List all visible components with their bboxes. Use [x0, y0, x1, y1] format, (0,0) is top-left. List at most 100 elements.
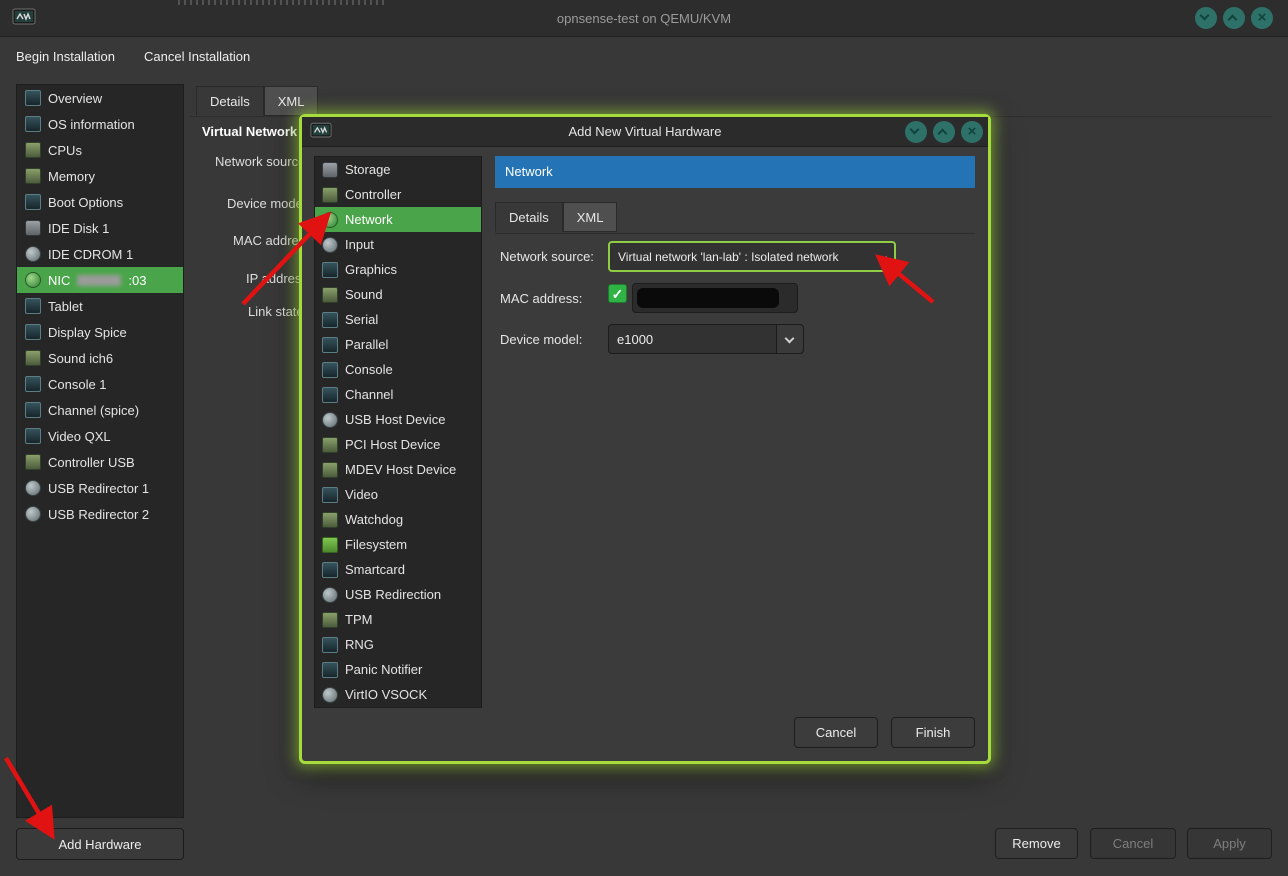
hardware-type-item[interactable]: Graphics — [315, 257, 481, 282]
vsock-icon — [322, 687, 338, 703]
sidebar-hardware-item[interactable]: Controller USB — [17, 449, 183, 475]
hardware-type-item[interactable]: Smartcard — [315, 557, 481, 582]
dialog-tab-details[interactable]: Details — [495, 202, 563, 232]
footer-cancel-button[interactable]: Cancel — [1090, 828, 1176, 859]
window-titlebar: opnsense-test on QEMU/KVM × — [0, 0, 1288, 37]
redacted-text — [77, 275, 121, 286]
sound-icon — [25, 350, 41, 366]
hardware-type-item[interactable]: Controller — [315, 182, 481, 207]
dialog-minimize-button[interactable] — [905, 121, 927, 143]
tpm-icon — [322, 612, 338, 628]
hardware-type-item[interactable]: Storage — [315, 157, 481, 182]
dialog-finish-button[interactable]: Finish — [891, 717, 975, 748]
hardware-type-item[interactable]: Panic Notifier — [315, 657, 481, 682]
nic-icon — [25, 272, 41, 288]
hardware-type-label: Panic Notifier — [345, 662, 422, 677]
add-hardware-button[interactable]: Add Hardware — [16, 828, 184, 860]
hardware-type-item[interactable]: Video — [315, 482, 481, 507]
channel-icon — [25, 402, 41, 418]
mac-address-checkbox[interactable] — [608, 284, 627, 303]
hardware-type-item[interactable]: Console — [315, 357, 481, 382]
sidebar-hardware-item[interactable]: Sound ich6 — [17, 345, 183, 371]
hardware-type-label: Channel — [345, 387, 393, 402]
rng-icon — [322, 637, 338, 653]
apply-button[interactable]: Apply — [1187, 828, 1272, 859]
sidebar-hardware-item[interactable]: Tablet — [17, 293, 183, 319]
sidebar-item-label: IDE Disk 1 — [48, 221, 109, 236]
panel-header: Network — [495, 156, 975, 188]
hardware-type-item[interactable]: RNG — [315, 632, 481, 657]
sidebar-item-label: Channel (spice) — [48, 403, 139, 418]
sidebar-item-label: Overview — [48, 91, 102, 106]
sidebar-hardware-item[interactable]: Console 1 — [17, 371, 183, 397]
sidebar-hardware-item[interactable]: Channel (spice) — [17, 397, 183, 423]
hardware-type-item[interactable]: PCI Host Device — [315, 432, 481, 457]
hardware-type-label: Smartcard — [345, 562, 405, 577]
hardware-type-item[interactable]: Serial — [315, 307, 481, 332]
tab-xml[interactable]: XML — [264, 86, 319, 116]
tablet-icon — [25, 298, 41, 314]
hardware-type-item[interactable]: Channel — [315, 382, 481, 407]
hardware-type-item[interactable]: USB Host Device — [315, 407, 481, 432]
sidebar-hardware-item[interactable]: USB Redirector 2 — [17, 501, 183, 527]
sidebar-hardware-item[interactable]: CPUs — [17, 137, 183, 163]
dropdown-toggle-button[interactable] — [776, 325, 803, 353]
hardware-type-item[interactable]: Input — [315, 232, 481, 257]
dialog-network-source-label: Network source: — [500, 249, 594, 264]
memory-icon — [25, 168, 41, 184]
panic-notifier-icon — [322, 662, 338, 678]
remove-button[interactable]: Remove — [995, 828, 1078, 859]
sidebar-hardware-item[interactable]: Boot Options — [17, 189, 183, 215]
begin-installation-button[interactable]: Begin Installation — [10, 44, 121, 70]
hardware-type-item[interactable]: VirtIO VSOCK — [315, 682, 481, 707]
sidebar-hardware-item[interactable]: IDE Disk 1 — [17, 215, 183, 241]
dialog-close-button[interactable]: × — [961, 121, 983, 143]
sidebar-hardware-item[interactable]: Video QXL — [17, 423, 183, 449]
window-title: opnsense-test on QEMU/KVM — [0, 0, 1288, 37]
hardware-type-item[interactable]: Parallel — [315, 332, 481, 357]
sidebar-hardware-item[interactable]: NIC :03 — [17, 267, 183, 293]
sidebar-hardware-item[interactable]: Display Spice — [17, 319, 183, 345]
chevron-down-icon — [1200, 11, 1210, 21]
os-information-icon — [25, 116, 41, 132]
hardware-type-item[interactable]: Sound — [315, 282, 481, 307]
hardware-type-item[interactable]: Watchdog — [315, 507, 481, 532]
hardware-type-item[interactable]: TPM — [315, 607, 481, 632]
sidebar-hardware-item[interactable]: OS information — [17, 111, 183, 137]
dialog-window-controls: × — [905, 121, 983, 143]
sidebar-hardware-item[interactable]: USB Redirector 1 — [17, 475, 183, 501]
window-close-button[interactable]: × — [1251, 7, 1273, 29]
mac-address-input[interactable] — [632, 283, 798, 313]
clipped-background-window-fragment — [178, 0, 388, 5]
device-model-dropdown[interactable]: e1000 — [608, 324, 804, 354]
console-icon — [322, 362, 338, 378]
cancel-installation-button[interactable]: Cancel Installation — [138, 44, 256, 70]
window-maximize-button[interactable] — [1223, 7, 1245, 29]
tab-details[interactable]: Details — [196, 86, 264, 116]
sidebar-hardware-item[interactable]: Memory — [17, 163, 183, 189]
sidebar-item-label: USB Redirector 2 — [48, 507, 149, 522]
window-minimize-button[interactable] — [1195, 7, 1217, 29]
hardware-type-item[interactable]: Network — [315, 207, 481, 232]
device-model-value: e1000 — [617, 332, 653, 347]
hardware-sidebar: Overview OS information CPUs Memory — [16, 84, 184, 818]
sidebar-hardware-item[interactable]: Overview — [17, 85, 183, 111]
window-controls: × — [1195, 7, 1273, 29]
dialog-tab-xml[interactable]: XML — [563, 202, 618, 232]
dialog-mac-address-label: MAC address: — [500, 291, 582, 306]
hardware-type-item[interactable]: MDEV Host Device — [315, 457, 481, 482]
chevron-up-icon — [1228, 15, 1238, 25]
usb-redirection-icon — [322, 587, 338, 603]
device-model-label: Device model: — [227, 196, 309, 211]
hardware-type-label: PCI Host Device — [345, 437, 440, 452]
boot-options-icon — [25, 194, 41, 210]
dialog-cancel-button[interactable]: Cancel — [794, 717, 878, 748]
sidebar-hardware-item[interactable]: IDE CDROM 1 — [17, 241, 183, 267]
hardware-type-label: Network — [345, 212, 393, 227]
dialog-maximize-button[interactable] — [933, 121, 955, 143]
hardware-type-item[interactable]: Filesystem — [315, 532, 481, 557]
network-source-dropdown[interactable]: Virtual network 'lan-lab' : Isolated net… — [608, 241, 896, 272]
sidebar-item-label: Boot Options — [48, 195, 123, 210]
sidebar-item-label: Console 1 — [48, 377, 107, 392]
hardware-type-item[interactable]: USB Redirection — [315, 582, 481, 607]
